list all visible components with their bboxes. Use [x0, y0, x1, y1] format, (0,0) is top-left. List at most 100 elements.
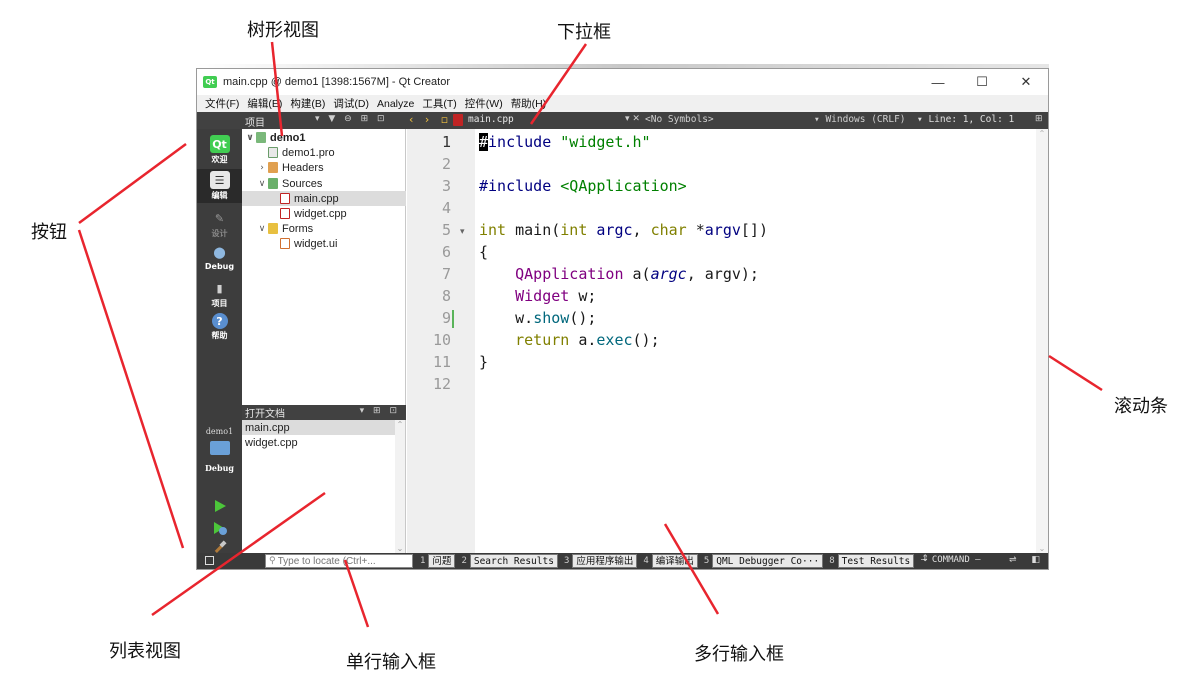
line-ending-combobox[interactable]: ▾ Windows (CRLF)	[814, 114, 906, 125]
statusbar-right-icons[interactable]: ⇌ ◧	[1009, 555, 1046, 565]
tree-item-demo1[interactable]: ∨ demo1	[242, 130, 406, 145]
toggle-sidebar-button[interactable]	[205, 556, 214, 565]
expand-arrow-icon[interactable]: ∨	[256, 179, 268, 189]
code-line-10: return a.exec();	[515, 331, 660, 349]
open-doc-item[interactable]: main.cpp	[242, 420, 405, 435]
menu-edit[interactable]: 编辑(E)	[243, 96, 286, 111]
annotation-tree-view: 树形视图	[247, 20, 319, 41]
close-button[interactable]: ✕	[1004, 69, 1048, 95]
menu-window[interactable]: 控件(W)	[461, 96, 507, 111]
open-documents-header: 打开文档 ▾ ⊞ ⊡	[242, 405, 406, 420]
vim-command-indicator: — COMMAND —	[921, 555, 981, 565]
project-view-label: 项目	[245, 118, 265, 129]
menu-help[interactable]: 帮助(H)	[507, 96, 551, 111]
sources-folder-icon	[268, 178, 278, 189]
locator-input[interactable]	[277, 555, 406, 567]
tree-item-label: Sources	[282, 177, 323, 190]
mode-projects[interactable]: ▮ 项目	[197, 279, 242, 309]
scroll-down-icon[interactable]: ⌄	[1036, 544, 1048, 553]
split-view-icon[interactable]: ⊞	[1035, 114, 1043, 124]
tree-item-widget-cpp[interactable]: widget.cpp	[242, 206, 406, 221]
kit-computer-icon[interactable]	[210, 441, 230, 455]
scroll-up-icon[interactable]: ⌃	[1036, 129, 1048, 138]
open-documents-icons[interactable]: ▾ ⊞ ⊡	[360, 406, 400, 416]
pane-issues-button[interactable]: 1 问题	[417, 554, 456, 568]
ui-file-icon	[280, 238, 290, 249]
pane-label: Search Results	[469, 554, 558, 568]
minimize-button[interactable]: —	[916, 69, 960, 95]
annotation-line-edit: 单行输入框	[346, 652, 436, 673]
design-pen-icon: ✎	[214, 211, 225, 225]
tree-item-widget-ui[interactable]: widget.ui	[242, 236, 406, 251]
mode-welcome[interactable]: Qt 欢迎	[197, 135, 242, 165]
navigation-arrows-icon[interactable]: ‹ › ▫	[409, 113, 452, 126]
open-doc-item[interactable]: widget.cpp	[242, 435, 405, 450]
pane-number: 5	[703, 556, 710, 566]
pane-search-results-button[interactable]: 2 Search Results	[458, 554, 558, 568]
mode-debug[interactable]: ⬤ Debug	[197, 243, 242, 272]
code-line-1: #include "widget.h"	[479, 133, 651, 151]
annotation-list-view: 列表视图	[109, 641, 181, 662]
pane-test-results-button[interactable]: 8 Test Results	[826, 554, 915, 568]
locator-box[interactable]: ⚲	[265, 554, 413, 568]
tree-item-demo1-pro[interactable]: demo1.pro	[242, 145, 406, 160]
scroll-up-icon[interactable]: ⌃	[395, 420, 405, 429]
status-bar: ⚲ 1问题 2Search Results 3应用程序输出 4编译输出 5QML…	[197, 553, 1048, 569]
menu-file[interactable]: 文件(F)	[201, 96, 243, 111]
open-documents-list-view[interactable]: main.cpp widget.cpp ⌃ ⌄	[242, 420, 406, 553]
menu-tools[interactable]: 工具(T)	[418, 96, 460, 111]
collapse-arrow-icon[interactable]: ›	[256, 163, 268, 173]
tree-item-sources[interactable]: ∨ Sources	[242, 176, 406, 191]
line-number: 1	[441, 133, 451, 151]
debug-run-button[interactable]	[209, 517, 231, 539]
pane-qml-debugger-button[interactable]: 5 QML Debugger Co···	[701, 554, 824, 568]
open-file-combobox[interactable]: main.cpp	[468, 114, 514, 125]
run-play-icon	[215, 500, 226, 512]
code-line-7: QApplication a(argc, argv);	[515, 265, 759, 283]
tree-item-label: Headers	[282, 161, 324, 174]
line-number: 2	[441, 155, 451, 173]
tree-item-headers[interactable]: › Headers	[242, 160, 406, 175]
tree-item-label: demo1	[270, 131, 306, 144]
code-line-9: w.show();	[479, 309, 597, 327]
maximize-button[interactable]: ☐	[960, 69, 1004, 95]
run-button[interactable]	[209, 495, 231, 517]
line-number: 3	[441, 177, 451, 195]
menu-debug[interactable]: 调试(D)	[329, 96, 373, 111]
project-filter-icons[interactable]: ▾ ▼ ⊖ ⊞ ⊡	[315, 114, 388, 124]
fold-marker-icon[interactable]: ▾	[460, 227, 465, 237]
project-tree-view[interactable]: ∨ demo1 demo1.pro › Headers ∨ Sources ma…	[242, 129, 406, 405]
menu-analyze[interactable]: Analyze	[373, 98, 418, 110]
line-number: 10	[432, 331, 451, 349]
cpp-file-icon	[280, 208, 290, 219]
tree-item-forms[interactable]: ∨ Forms	[242, 221, 406, 236]
expand-arrow-icon[interactable]: ∨	[256, 224, 268, 234]
line-number: 12	[432, 375, 451, 393]
button-pointer-line-upper	[78, 142, 187, 225]
symbols-combobox[interactable]: <No Symbols>	[645, 114, 714, 125]
mode-edit[interactable]: ☰ 编辑	[197, 169, 242, 203]
pane-label: Test Results	[837, 554, 915, 568]
pane-application-output-button[interactable]: 3 应用程序输出	[561, 554, 638, 568]
output-pane-buttons: 1 问题 2 Search Results 3 应用程序输出 4 编译输出 5 QML D…	[417, 554, 933, 568]
scroll-down-icon[interactable]: ⌄	[395, 544, 405, 553]
tree-item-label: widget.cpp	[294, 207, 347, 220]
pane-number: 4	[643, 556, 649, 566]
line-number-gutter: 1 2 3 4 5 6 7 8 9 10 11 12 ▾	[407, 129, 475, 553]
cpp-file-icon	[280, 193, 290, 204]
code-editor[interactable]: 1 2 3 4 5 6 7 8 9 10 11 12 ▾ #include "w…	[407, 129, 1048, 553]
mode-help[interactable]: ? 帮助	[197, 313, 242, 341]
menu-build[interactable]: 构建(B)	[286, 96, 329, 111]
kit-build-config[interactable]: Debug	[197, 463, 242, 473]
search-icon: ⚲	[269, 556, 276, 566]
cursor-position-combobox[interactable]: ▾ Line: 1, Col: 1	[917, 114, 1014, 125]
pane-compile-output-button[interactable]: 4 编译输出	[640, 554, 698, 568]
mode-design[interactable]: ✎ 设计	[197, 209, 242, 239]
file-combobox-arrow-close-icon[interactable]: ▾ ✕	[625, 114, 640, 124]
tree-item-label: widget.ui	[294, 237, 338, 250]
pane-label: 应用程序输出	[572, 554, 638, 568]
expand-arrow-icon[interactable]: ∨	[244, 133, 256, 143]
tree-item-main-cpp[interactable]: main.cpp	[242, 191, 406, 206]
editor-vertical-scrollbar[interactable]: ⌃ ⌄	[1036, 129, 1048, 553]
open-documents-scrollbar[interactable]: ⌃ ⌄	[395, 420, 405, 553]
